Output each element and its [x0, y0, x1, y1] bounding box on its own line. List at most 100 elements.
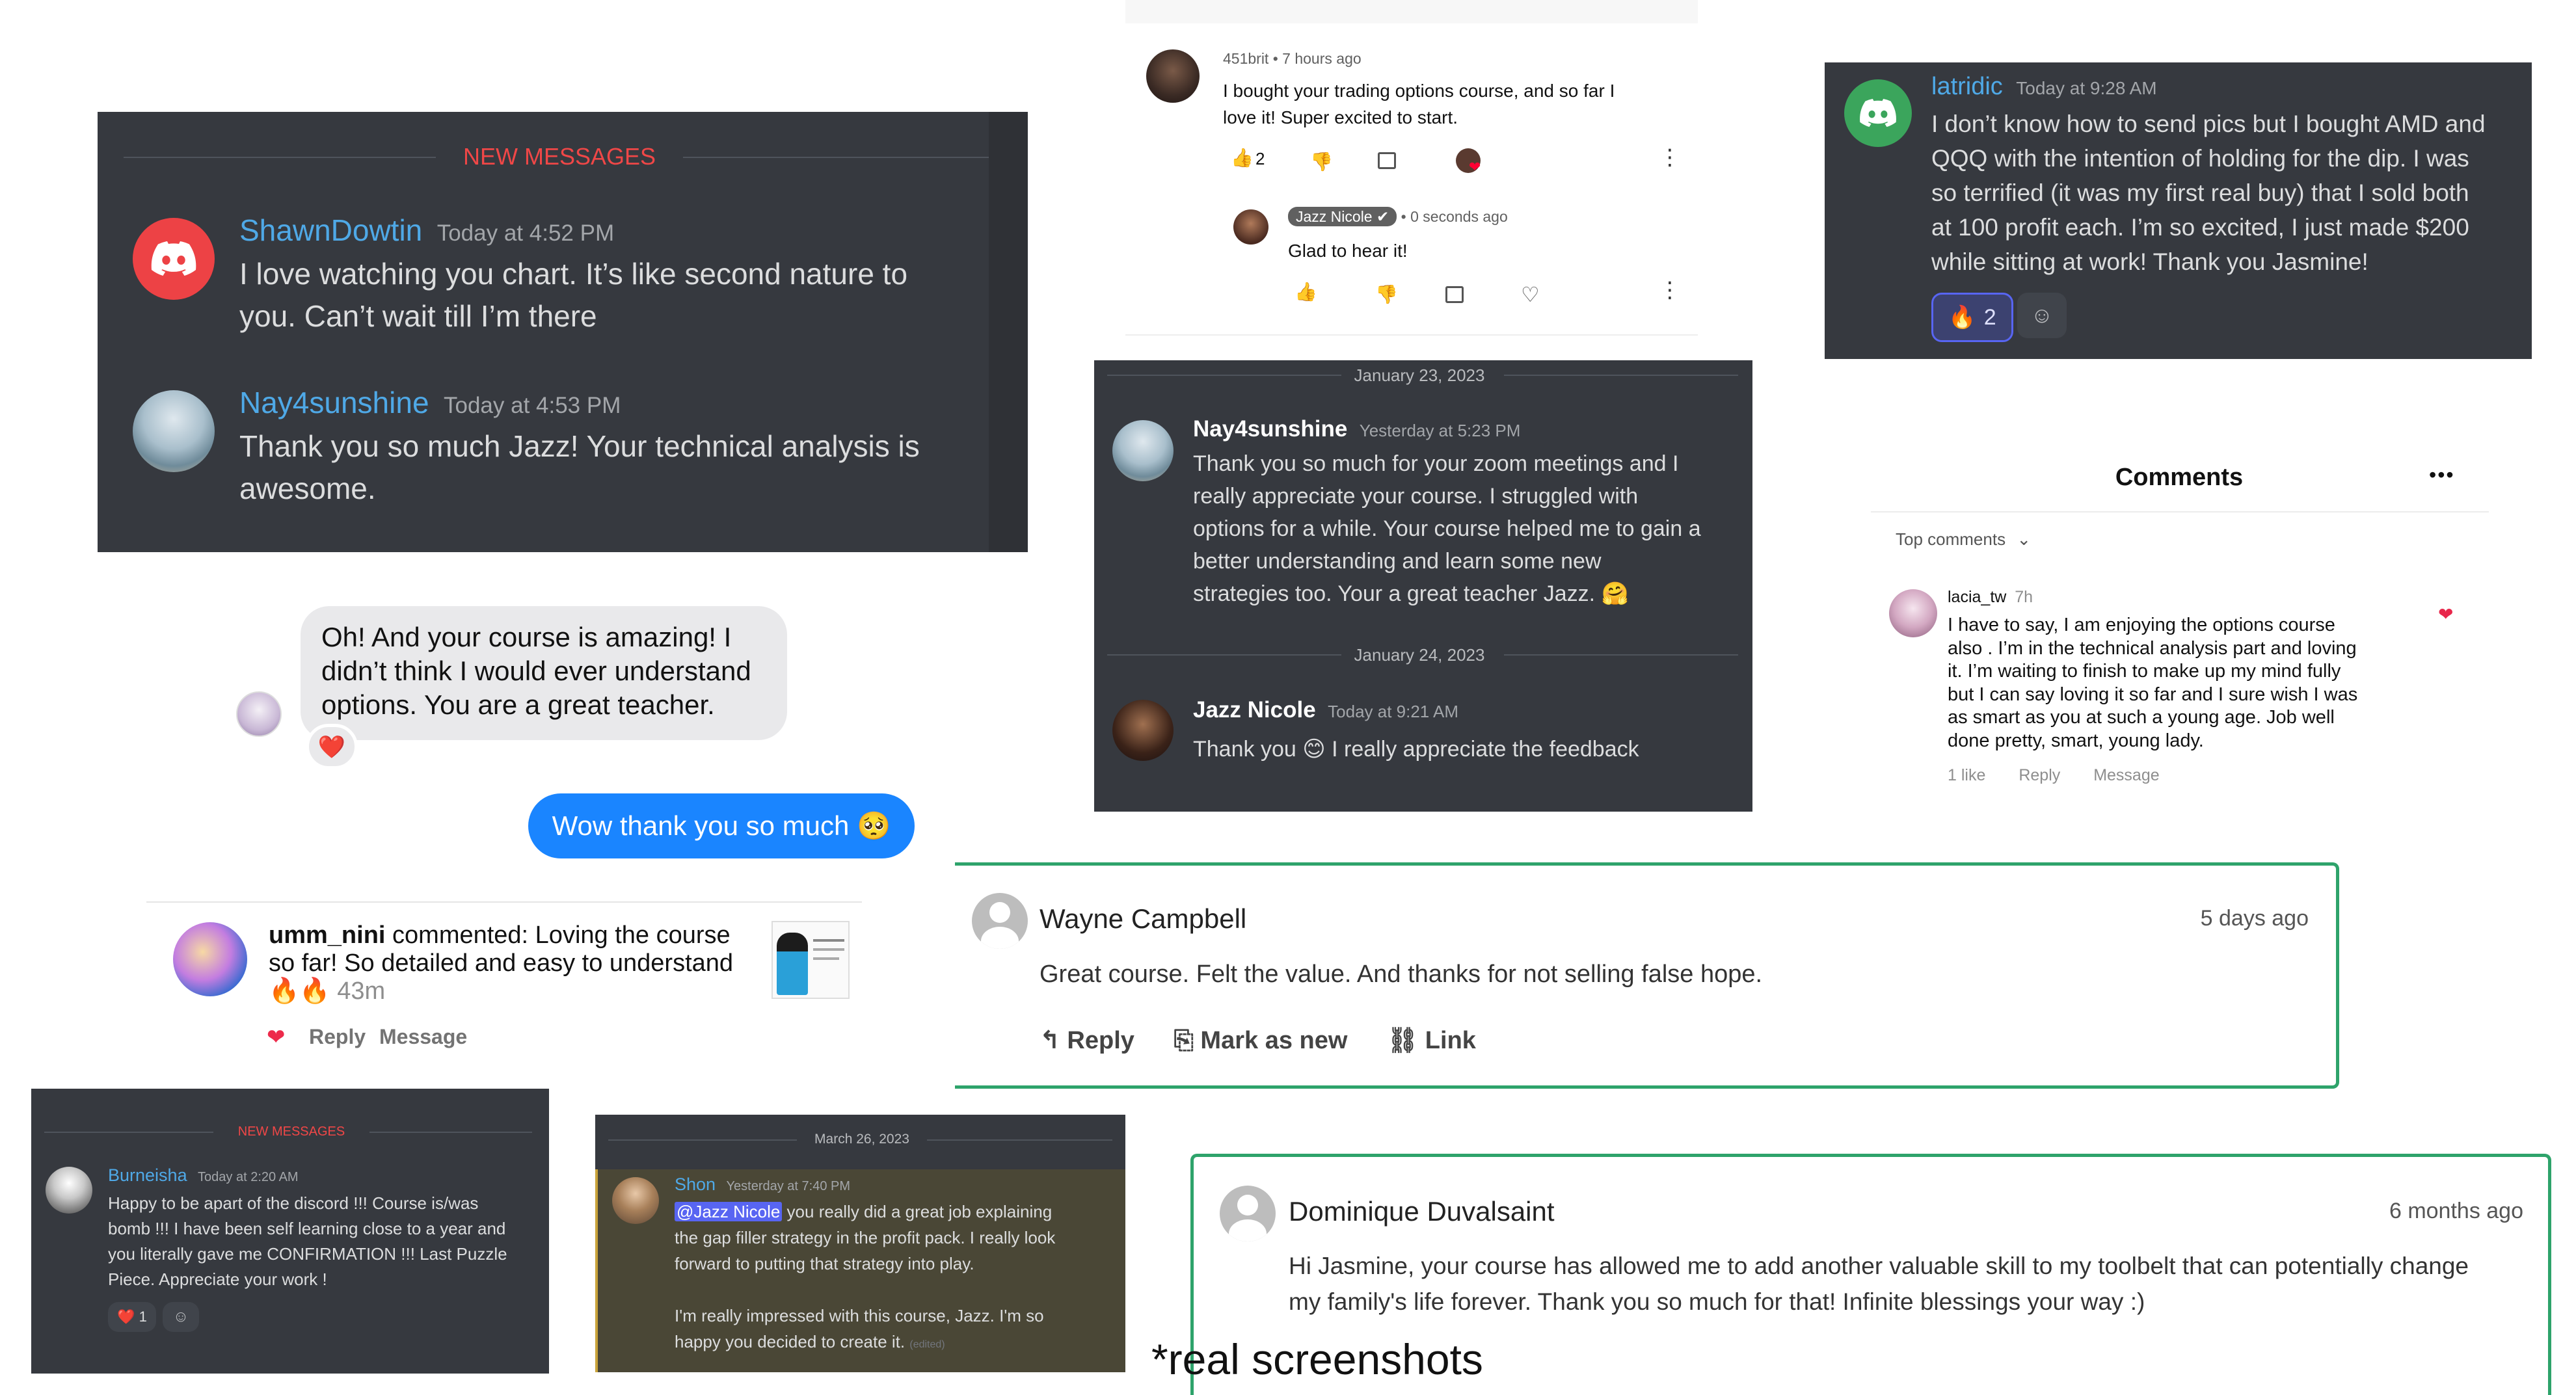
heart-reaction[interactable]: ❤️ — [306, 724, 358, 769]
avatar[interactable] — [1146, 49, 1200, 103]
new-messages-label: NEW MESSAGES — [463, 143, 656, 170]
like-heart-icon[interactable]: ❤ — [267, 1024, 286, 1050]
add-reaction-icon[interactable]: ☺ — [163, 1302, 199, 1332]
review-line: Hi Jasmine, your course has allowed me t… — [1289, 1253, 2469, 1279]
message-line: better understanding and learn some new — [1193, 549, 1602, 574]
reply-text: Glad to hear it! — [1288, 241, 1408, 261]
more-options-icon[interactable]: ⋮ — [1659, 277, 1681, 303]
thumbs-down-icon[interactable]: 👎 — [1310, 151, 1333, 172]
username[interactable]: 451brit — [1223, 50, 1268, 67]
comment-line: as smart as you at such a young age. Job… — [1948, 707, 2335, 728]
heart-reaction[interactable]: ❤️ 1 — [108, 1302, 156, 1332]
more-options-icon[interactable]: ⋮ — [1659, 144, 1681, 170]
message-line: while sitting at work! Thank you Jasmine… — [1931, 248, 2368, 275]
heart-outline-icon[interactable]: ♡ — [1521, 282, 1540, 307]
message-line: options for a while. Your course helped … — [1193, 516, 1701, 541]
comment-line: I have to say, I am enjoying the options… — [1948, 615, 2335, 635]
date-label: January 24, 2023 — [1354, 645, 1485, 665]
like-count[interactable]: 1 like — [1948, 766, 1985, 784]
timestamp: Today at 4:53 PM — [443, 393, 621, 418]
avatar[interactable] — [1112, 700, 1174, 761]
fire-emojis: 🔥🔥 — [269, 977, 330, 1005]
timestamp: Yesterday at 5:23 PM — [1359, 421, 1521, 440]
username[interactable]: Nay4sunshine — [239, 386, 429, 419]
reply-button[interactable]: ↰ Reply — [1040, 1027, 1134, 1054]
discord-card-shawn: NEW MESSAGES ShawnDowtin Today at 4:52 P… — [98, 112, 1028, 552]
avatar[interactable] — [173, 922, 247, 996]
sort-dropdown[interactable]: Top comments ⌄ — [1896, 529, 2031, 550]
reviewer-name[interactable]: Dominique Duvalsaint — [1289, 1196, 1555, 1227]
thumbs-up-icon[interactable]: 👍 — [1295, 281, 1317, 302]
comment-text: commented: Loving the course — [385, 922, 731, 949]
divider-right — [683, 157, 989, 158]
mark-as-new-button[interactable]: ⎘ Mark as new — [1174, 1027, 1347, 1054]
discord-icon — [151, 241, 196, 276]
discord-card-latridic: latridic Today at 9:28 AM I don’t know h… — [1825, 62, 2532, 359]
reply-icon[interactable] — [1378, 152, 1396, 169]
new-messages-label: NEW MESSAGES — [237, 1124, 345, 1139]
message-text: you really did a great job explaining — [782, 1202, 1053, 1221]
date-label: January 23, 2023 — [1354, 365, 1485, 385]
message-line: I don’t know how to send pics but I boug… — [1931, 111, 2486, 137]
reply-link[interactable]: Reply — [309, 1025, 366, 1049]
comments-title: Comments — [2115, 464, 2244, 491]
message-line: Happy to be apart of the discord !!! Cou… — [108, 1193, 479, 1213]
username[interactable]: Shon — [675, 1175, 716, 1194]
like-heart-icon[interactable]: ❤ — [2438, 604, 2453, 625]
username[interactable]: Burneisha — [108, 1165, 187, 1185]
timestamp: Today at 4:52 PM — [436, 220, 615, 246]
discord-avatar[interactable] — [133, 218, 215, 300]
divider-left — [124, 157, 436, 158]
reviewer-name[interactable]: Wayne Campbell — [1040, 903, 1246, 935]
post-thumbnail[interactable] — [771, 921, 850, 999]
comment-line: love it! Super excited to start. — [1223, 107, 1458, 127]
reply-link[interactable]: Reply — [2019, 766, 2060, 784]
avatar[interactable] — [1889, 589, 1937, 637]
date-divider-right — [927, 1139, 1112, 1141]
add-reaction-icon[interactable]: ☺ — [2017, 293, 2067, 338]
username[interactable]: Jazz Nicole — [1193, 697, 1316, 723]
timestamp: Today at 9:28 AM — [2016, 78, 2157, 98]
discord-avatar[interactable] — [1844, 79, 1912, 147]
message-link[interactable]: Message — [2093, 766, 2159, 784]
incoming-bubble: Oh! And your course is amazing! I didn’t… — [301, 606, 787, 740]
username[interactable]: Nay4sunshine — [1193, 416, 1347, 442]
avatar[interactable] — [1233, 209, 1268, 245]
message-line: happy you decided to create it. — [675, 1332, 906, 1351]
avatar — [972, 893, 1028, 949]
avatar[interactable] — [612, 1177, 659, 1224]
mark-as-new-label: Mark as new — [1200, 1027, 1348, 1054]
link-button[interactable]: ⛓ Link — [1387, 1027, 1476, 1054]
message-line: you literally gave me CONFIRMATION !!! L… — [108, 1244, 507, 1264]
timestamp: Today at 2:20 AM — [198, 1170, 299, 1184]
discord-icon — [1860, 99, 1896, 127]
username[interactable]: ShawnDowtin — [239, 213, 422, 247]
scrollbar-track[interactable] — [989, 112, 1028, 552]
heart-emoji: ❤️ — [117, 1309, 135, 1325]
divider — [1871, 511, 2489, 512]
avatar[interactable] — [1112, 420, 1174, 481]
username[interactable]: lacia_tw — [1948, 588, 2006, 606]
thumbs-down-icon[interactable]: 👎 — [1375, 284, 1398, 305]
username[interactable]: latridic — [1931, 73, 2003, 100]
message-link[interactable]: Message — [379, 1025, 467, 1049]
timestamp: 7 hours ago — [1282, 50, 1362, 67]
message-line: at 100 profit each. I’m so excited, I ju… — [1931, 214, 2469, 241]
sort-label: Top comments — [1896, 529, 2006, 549]
username[interactable]: umm_nini — [269, 922, 385, 949]
fire-reaction[interactable]: 🔥 2 — [1931, 293, 2013, 342]
discord-card-nay: January 23, 2023 Nay4sunshine Yesterday … — [1094, 360, 1752, 812]
divider-right — [369, 1132, 532, 1133]
reply-icon[interactable] — [1445, 286, 1464, 303]
discord-card-burneisha: NEW MESSAGES Burneisha Today at 2:20 AM … — [31, 1089, 549, 1374]
thumbs-up-icon[interactable]: 👍 — [1231, 147, 1254, 168]
mention[interactable]: @Jazz Nicole — [675, 1202, 783, 1221]
more-options-icon[interactable]: ••• — [2429, 463, 2455, 487]
bubble-line: options. You are a great teacher. — [321, 689, 715, 720]
avatar[interactable] — [46, 1167, 92, 1214]
creator-badge[interactable]: Jazz Nicole ✔ — [1288, 207, 1397, 226]
message-line: forward to putting that strategy into pl… — [675, 1254, 974, 1273]
avatar[interactable] — [133, 390, 215, 472]
like-count: 2 — [1255, 149, 1265, 168]
date-label: March 26, 2023 — [814, 1132, 909, 1147]
